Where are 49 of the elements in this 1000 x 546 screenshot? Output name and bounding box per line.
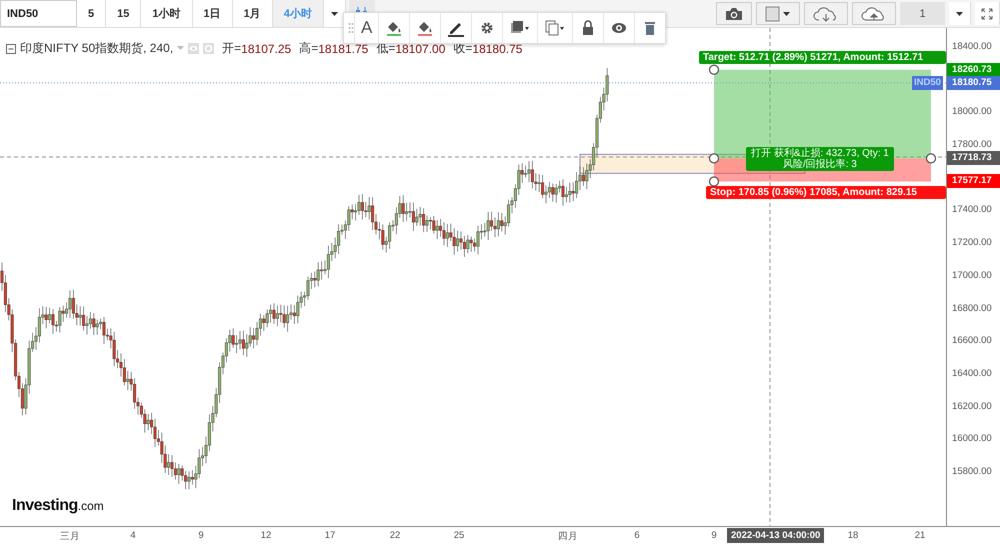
- ohlc-value: 18180.75: [472, 42, 522, 56]
- interval-button[interactable]: 1小时: [141, 0, 192, 27]
- time-tick-label: 22: [390, 530, 400, 541]
- interval-button[interactable]: 15: [106, 0, 142, 27]
- time-tick-label: 四月: [558, 530, 578, 543]
- price-tick-label: 16400.00: [952, 366, 992, 381]
- time-tick-label: 三月: [60, 530, 80, 543]
- ohlc-label: 高=: [299, 40, 318, 57]
- price-tick-label: 18400.00: [952, 40, 992, 54]
- price-tick-label: 17000.00: [952, 268, 992, 283]
- time-tick-label: 9: [711, 530, 717, 541]
- price-tag: 18180.75: [947, 76, 1000, 90]
- price-tick-label: 16600.00: [952, 334, 992, 348]
- time-tick-label: 25: [454, 530, 464, 541]
- ohlc-value: 18107.00: [395, 42, 446, 56]
- time-tick-label: 4: [130, 530, 136, 541]
- time-tick-label: 21: [914, 530, 926, 541]
- price-tick-label: 16000.00: [952, 432, 992, 446]
- price-tick-label: 17400.00: [952, 203, 992, 218]
- time-tick-label: 9: [198, 530, 204, 541]
- price-tick-label: 18000.00: [952, 105, 992, 120]
- symbol-tag: IND50: [912, 76, 943, 90]
- ohlc-value: 18181.75: [318, 42, 368, 56]
- ohlc-value: 18107.25: [241, 42, 292, 56]
- price-tag: 18260.73: [947, 62, 1000, 77]
- price-tick-label: 17200.00: [952, 236, 992, 250]
- time-tick-label: 6: [634, 530, 640, 541]
- time-tick-label: 12: [260, 530, 272, 541]
- interval-button[interactable]: 1日: [192, 0, 233, 27]
- layout-field[interactable]: 1: [900, 2, 945, 25]
- price-tick-label: 16200.00: [952, 400, 992, 414]
- text-tool-button[interactable]: A: [354, 13, 378, 43]
- price-tick-label: 15800.00: [952, 464, 992, 479]
- interval-button[interactable]: 5: [77, 0, 106, 27]
- price-tick-label: 17800.00: [952, 138, 992, 152]
- ohlc-label: 开=: [222, 40, 242, 57]
- symbol-field[interactable]: IND50: [0, 0, 77, 27]
- price-tag: 17718.73: [947, 151, 1000, 166]
- symbol-title: 印度NIFTY 50指数期货, 240,: [20, 40, 174, 57]
- stop-label: Stop: 170.85 (0.96%) 17085, Amount: 829.15: [706, 186, 946, 200]
- crosshair-time-label: 2022-04-13 04:00:00: [727, 528, 824, 543]
- position-summary-label: 打开 获利&止损: 432.73, Qty: 1 风险/回报比率: 3: [746, 147, 894, 172]
- time-tick-label: 17: [324, 530, 336, 541]
- target-label: Target: 512.71 (2.89%) 51271, Amount: 1512.71: [699, 50, 946, 64]
- interval-button[interactable]: 1月: [232, 0, 273, 27]
- price-tag: 17577.17: [947, 174, 1000, 188]
- logo-text: Investing.com: [12, 497, 104, 515]
- time-tick-label: 18: [848, 530, 858, 541]
- price-tick-label: 16800.00: [952, 302, 992, 316]
